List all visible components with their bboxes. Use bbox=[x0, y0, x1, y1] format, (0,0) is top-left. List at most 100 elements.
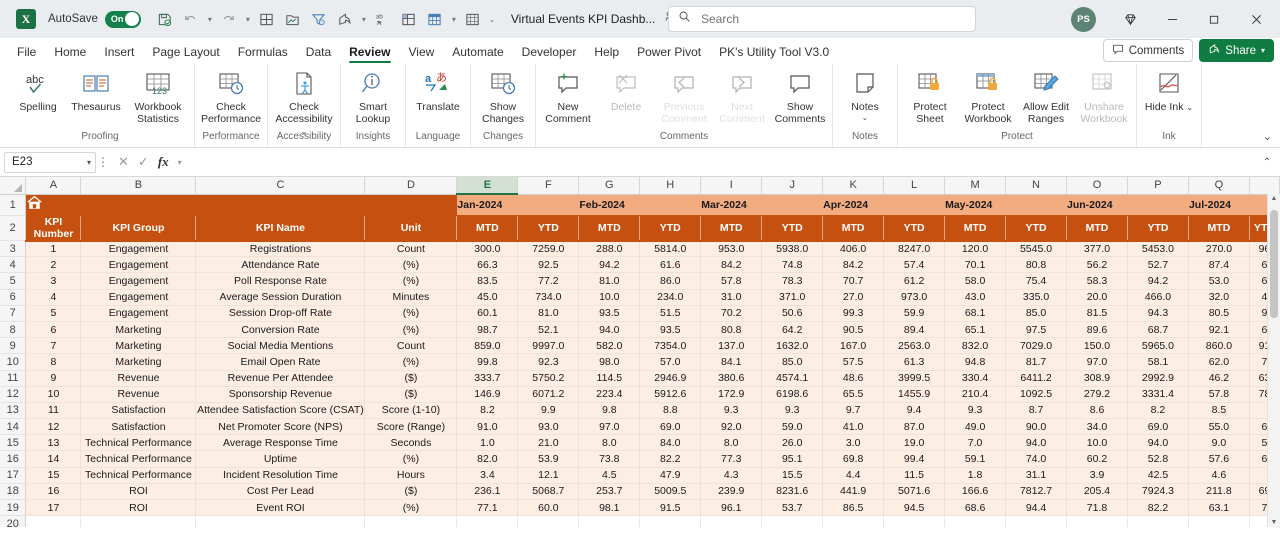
cell-kpi-number[interactable]: 16 bbox=[26, 483, 81, 499]
cell-value[interactable]: 57.4 bbox=[884, 257, 945, 273]
cell-value[interactable]: 26.0 bbox=[762, 435, 823, 451]
cell-empty[interactable] bbox=[1127, 516, 1188, 527]
cell-unit[interactable]: Minutes bbox=[365, 289, 457, 305]
cell-value[interactable]: 57.5 bbox=[823, 354, 884, 370]
cell-value[interactable]: 52.1 bbox=[518, 321, 579, 337]
cell-value[interactable]: 19.0 bbox=[884, 435, 945, 451]
cell-value[interactable]: 253.7 bbox=[579, 483, 640, 499]
cell-value[interactable]: 1455.9 bbox=[884, 386, 945, 402]
row-header-9[interactable]: 9 bbox=[0, 338, 26, 354]
cell-value[interactable]: 234.0 bbox=[640, 289, 701, 305]
cell-value[interactable]: 81.0 bbox=[518, 305, 579, 321]
col-header-G[interactable]: G bbox=[579, 177, 640, 194]
cell-value[interactable]: 166.6 bbox=[945, 483, 1006, 499]
cell-empty[interactable] bbox=[579, 516, 640, 527]
row-header-17[interactable]: 17 bbox=[0, 467, 26, 483]
cell-value[interactable]: 92.1 bbox=[1188, 321, 1249, 337]
col-header-C[interactable]: C bbox=[196, 177, 365, 194]
cell-kpi-number[interactable]: 17 bbox=[26, 500, 81, 516]
cell-value[interactable]: 2946.9 bbox=[640, 370, 701, 386]
cell-value[interactable]: 859.0 bbox=[457, 338, 518, 354]
cell-value[interactable]: 205.4 bbox=[1067, 483, 1128, 499]
cell-value[interactable]: 84.1 bbox=[701, 354, 762, 370]
cell-value[interactable]: 55.0 bbox=[1188, 419, 1249, 435]
select-all-corner[interactable] bbox=[0, 177, 26, 194]
cell-unit[interactable]: ($) bbox=[365, 483, 457, 499]
cell-kpi-name[interactable]: Cost Per Lead bbox=[196, 483, 365, 499]
cell-empty[interactable] bbox=[823, 516, 884, 527]
formula-input[interactable] bbox=[190, 152, 1258, 173]
cell-value[interactable]: 94.8 bbox=[945, 354, 1006, 370]
cell-value[interactable]: 7924.3 bbox=[1127, 483, 1188, 499]
cell-value[interactable]: 11.5 bbox=[884, 467, 945, 483]
cell-value[interactable]: 81.7 bbox=[1006, 354, 1067, 370]
cell-value[interactable]: 5009.5 bbox=[640, 483, 701, 499]
cell-value[interactable]: 12.1 bbox=[518, 467, 579, 483]
cell-kpi-group[interactable]: Engagement bbox=[81, 257, 196, 273]
cell-value[interactable]: 21.0 bbox=[518, 435, 579, 451]
cell-kpi-number[interactable]: 10 bbox=[26, 386, 81, 402]
notes-button[interactable]: Notes ⌄ bbox=[836, 67, 894, 122]
expand-formula-bar-icon[interactable]: ⌃ bbox=[1258, 157, 1276, 168]
cell-kpi-group[interactable]: Engagement bbox=[81, 305, 196, 321]
cell-value[interactable]: 99.4 bbox=[884, 451, 945, 467]
cell-value[interactable]: 973.0 bbox=[884, 289, 945, 305]
cell-value[interactable]: 60.0 bbox=[518, 500, 579, 516]
cell-value[interactable]: 99.8 bbox=[457, 354, 518, 370]
chevron-down-icon[interactable]: ⌄ bbox=[862, 113, 869, 122]
cell-value[interactable]: 91.5 bbox=[640, 500, 701, 516]
cell-value[interactable]: 58.3 bbox=[1067, 273, 1128, 289]
cell-value[interactable]: 4.6 bbox=[1188, 467, 1249, 483]
cell-unit[interactable]: ($) bbox=[365, 370, 457, 386]
cell-kpi-group[interactable]: Technical Performance bbox=[81, 467, 196, 483]
cell-value[interactable]: 42.5 bbox=[1127, 467, 1188, 483]
cell-value[interactable]: 8.0 bbox=[701, 435, 762, 451]
cell-unit[interactable]: Seconds bbox=[365, 435, 457, 451]
cell-value[interactable]: 236.1 bbox=[457, 483, 518, 499]
check-accessibility-button[interactable]: Check Accessibility ⌄ bbox=[271, 67, 337, 138]
cell-value[interactable]: 270.0 bbox=[1188, 241, 1249, 257]
cell-value[interactable]: 69.8 bbox=[823, 451, 884, 467]
cell-empty[interactable] bbox=[1188, 516, 1249, 527]
thesaurus-button[interactable]: Thesaurus bbox=[67, 67, 125, 113]
cell-value[interactable]: 65.1 bbox=[945, 321, 1006, 337]
cell-kpi-name[interactable]: Incident Resolution Time bbox=[196, 467, 365, 483]
cell-value[interactable]: 98.1 bbox=[579, 500, 640, 516]
cell-value[interactable]: 7.0 bbox=[945, 435, 1006, 451]
cell-value[interactable]: 73.8 bbox=[579, 451, 640, 467]
translate-button[interactable]: aあ Translate bbox=[409, 67, 467, 113]
cell-value[interactable]: 210.4 bbox=[945, 386, 1006, 402]
row-header-13[interactable]: 13 bbox=[0, 402, 26, 418]
cell-value[interactable]: 59.1 bbox=[945, 451, 1006, 467]
cell-value[interactable]: 82.2 bbox=[1127, 500, 1188, 516]
spelling-button[interactable]: abc Spelling bbox=[9, 67, 67, 113]
cell-value[interactable]: 8231.6 bbox=[762, 483, 823, 499]
cell-value[interactable]: 380.6 bbox=[701, 370, 762, 386]
cell-kpi-group[interactable]: Satisfaction bbox=[81, 419, 196, 435]
cell-value[interactable]: 9.3 bbox=[945, 402, 1006, 418]
cell-value[interactable]: 7812.7 bbox=[1006, 483, 1067, 499]
cell-value[interactable]: 2563.0 bbox=[884, 338, 945, 354]
cell-value[interactable]: 5965.0 bbox=[1127, 338, 1188, 354]
cell-unit[interactable]: ($) bbox=[365, 386, 457, 402]
cell-kpi-number[interactable]: 2 bbox=[26, 257, 81, 273]
cell-kpi-name[interactable]: Registrations bbox=[196, 241, 365, 257]
undo-icon[interactable] bbox=[179, 7, 203, 31]
open-file-icon[interactable] bbox=[281, 7, 305, 31]
cell-kpi-number[interactable]: 7 bbox=[26, 338, 81, 354]
cell-value[interactable]: 70.2 bbox=[701, 305, 762, 321]
cell-kpi-name[interactable]: Net Promoter Score (NPS) bbox=[196, 419, 365, 435]
cell-kpi-group[interactable]: Engagement bbox=[81, 289, 196, 305]
cell-kpi-number[interactable]: 12 bbox=[26, 419, 81, 435]
col-header-O[interactable]: O bbox=[1067, 177, 1128, 194]
cell-kpi-number[interactable]: 5 bbox=[26, 305, 81, 321]
cell-value[interactable]: 279.2 bbox=[1067, 386, 1128, 402]
col-header-P[interactable]: P bbox=[1127, 177, 1188, 194]
cell-value[interactable]: 10.0 bbox=[1067, 435, 1128, 451]
cell-value[interactable]: 377.0 bbox=[1067, 241, 1128, 257]
cell-value[interactable]: 8.6 bbox=[1067, 402, 1128, 418]
scroll-down-icon[interactable]: ▼ bbox=[1268, 519, 1280, 526]
cell-value[interactable]: 60.1 bbox=[457, 305, 518, 321]
cell-value[interactable]: 83.5 bbox=[457, 273, 518, 289]
cell-value[interactable]: 78.3 bbox=[762, 273, 823, 289]
